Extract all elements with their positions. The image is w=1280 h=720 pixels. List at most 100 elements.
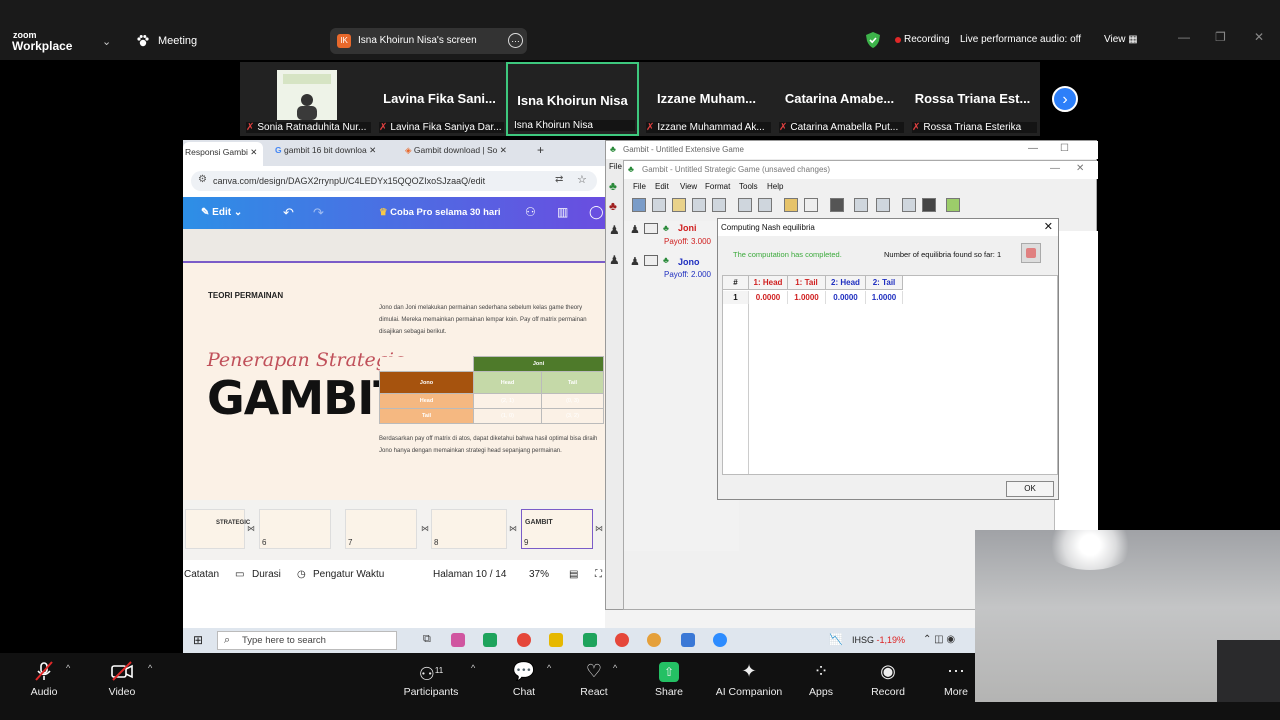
taskbar-search[interactable]: ⌕ Type here to search xyxy=(217,631,397,650)
participant-tile[interactable]: Catarina Amabe... ✗ Catarina Amabella Put… xyxy=(773,62,906,136)
maximize-icon[interactable]: ☐ xyxy=(1060,143,1069,154)
table-cell[interactable]: 0.0000 xyxy=(749,291,788,304)
menu-view[interactable]: View xyxy=(680,182,697,191)
transition-icon[interactable]: ⋈ xyxy=(421,524,429,533)
slide-thumbnail[interactable]: 8 xyxy=(431,509,507,549)
translate-icon[interactable]: ⇄ xyxy=(555,174,563,185)
share-button[interactable]: ⇧ Share xyxy=(650,660,688,698)
comment-icon[interactable]: ◯ xyxy=(589,204,604,220)
shield-check-icon[interactable] xyxy=(866,32,880,48)
recording-status[interactable]: Recording xyxy=(904,34,950,45)
timer-icon[interactable]: ◷ xyxy=(297,569,306,580)
qre-icon[interactable] xyxy=(946,198,960,212)
menu-file[interactable]: File xyxy=(609,162,622,171)
chrome-icon[interactable] xyxy=(615,633,629,647)
people-icon[interactable]: ⚇ xyxy=(525,205,536,219)
close-icon[interactable]: ✕ xyxy=(1254,30,1264,44)
slide-thumbnail[interactable]: 7 xyxy=(345,509,417,549)
decimal-increase-icon[interactable] xyxy=(876,198,890,212)
table-cell[interactable]: 1.0000 xyxy=(866,291,903,304)
close-icon[interactable]: ✕ xyxy=(250,147,257,157)
copilot-icon[interactable] xyxy=(451,633,465,647)
more-icon[interactable]: … xyxy=(508,33,523,48)
transition-icon[interactable]: ⋈ xyxy=(509,524,517,533)
undo-icon[interactable] xyxy=(784,198,798,212)
player-name-joni[interactable]: Joni xyxy=(678,223,697,233)
video-options-caret[interactable]: ^ xyxy=(148,663,152,673)
record-button[interactable]: ◉ Record xyxy=(868,660,908,698)
print-icon[interactable] xyxy=(738,198,752,212)
dominance-icon[interactable] xyxy=(902,198,916,212)
restore-icon[interactable]: ❐ xyxy=(1215,30,1226,44)
minimize-icon[interactable]: — xyxy=(1178,30,1190,44)
gambit-logo-icon[interactable] xyxy=(632,198,646,212)
edge-icon[interactable] xyxy=(483,633,497,647)
try-pro-button[interactable]: ♛ Coba Pro selama 30 hari xyxy=(379,207,501,218)
undo-icon[interactable]: ↶ xyxy=(283,205,294,221)
close-icon[interactable]: ✕ xyxy=(1076,163,1084,174)
self-view-video[interactable] xyxy=(975,530,1280,702)
meeting-label[interactable]: Meeting xyxy=(158,35,197,47)
participant-tile-active-speaker[interactable]: Isna Khoirun Nisa Isna Khoirun Nisa xyxy=(506,62,639,136)
chart-icon[interactable]: ▥ xyxy=(557,205,568,219)
player-color-icon[interactable]: ♣ xyxy=(663,255,669,265)
chevron-down-icon[interactable]: ⌄ xyxy=(102,35,111,48)
browser-tab[interactable]: G gambit 16 bit downloa ✕ xyxy=(275,145,376,156)
ai-companion-button[interactable]: ✦ AI Companion xyxy=(712,660,786,698)
live-audio-status[interactable]: Live performance audio: off xyxy=(960,34,1081,45)
share-indicator[interactable]: IK Isna Khoirun Nisa's screen … xyxy=(330,28,527,54)
notes-button[interactable]: Catatan xyxy=(184,569,219,580)
ok-button[interactable]: OK xyxy=(1006,481,1054,497)
close-icon[interactable]: ✕ xyxy=(1044,220,1053,233)
system-tray-icons[interactable]: ⌃ ◫ ◉ xyxy=(923,634,955,645)
ihsg-ticker[interactable]: IHSG -1,19% xyxy=(852,635,905,645)
task-view-icon[interactable]: ⧉ xyxy=(423,633,431,646)
minimize-icon[interactable]: — xyxy=(1028,143,1038,154)
participants-options-caret[interactable]: ^ xyxy=(471,663,475,673)
file-explorer-icon[interactable] xyxy=(549,633,563,647)
more-button[interactable]: ⋯ More xyxy=(940,660,972,698)
close-icon[interactable]: ✕ xyxy=(500,145,507,155)
participant-tile[interactable]: ✗ Sonia Ratnaduhita Nur... xyxy=(240,62,373,136)
browser-tab[interactable]: ◈ Gambit download | So ✕ xyxy=(405,145,507,156)
transition-icon[interactable]: ⋈ xyxy=(595,524,603,533)
present-icon[interactable]: ▭ xyxy=(235,569,244,580)
address-bar[interactable]: ⚙ canva.com/design/DAGX2rrynpU/C4LEDYx15… xyxy=(191,171,597,191)
participant-tile[interactable]: Rossa Triana Est... ✗ Rossa Triana Esteri… xyxy=(906,62,1039,136)
minimize-icon[interactable]: — xyxy=(1050,163,1060,174)
menu-tools[interactable]: Tools xyxy=(739,182,758,191)
add-player-icon[interactable] xyxy=(830,198,844,212)
menu-help[interactable]: Help xyxy=(767,182,783,191)
slide-thumbnail[interactable]: 6 xyxy=(259,509,331,549)
menu-format[interactable]: Format xyxy=(705,182,730,191)
audio-options-caret[interactable]: ^ xyxy=(66,663,70,673)
apps-button[interactable]: ⁘ Apps xyxy=(804,660,838,698)
person-icon[interactable]: ♟ xyxy=(609,223,620,237)
participants-button[interactable]: ⚇11 Participants xyxy=(400,660,462,698)
bookmark-star-icon[interactable]: ☆ xyxy=(577,173,587,186)
participant-tile[interactable]: Lavina Fika Sani... ✗ Lavina Fika Saniya … xyxy=(373,62,506,136)
menu-edit[interactable]: Edit xyxy=(655,182,669,191)
duration-button[interactable]: Durasi xyxy=(252,569,281,580)
slide-thumbnail-current[interactable]: GAMBIT 9 xyxy=(521,509,593,549)
slide-thumbnail[interactable]: STRATEGIC xyxy=(185,509,250,549)
redo-icon[interactable] xyxy=(804,198,818,212)
zoom-icon[interactable] xyxy=(713,633,727,647)
video-button[interactable]: Video xyxy=(104,660,140,698)
decimal-decrease-icon[interactable] xyxy=(854,198,868,212)
table-cell[interactable]: 1.0000 xyxy=(788,291,826,304)
next-page-arrow-icon[interactable]: › xyxy=(1052,86,1078,112)
transition-icon[interactable]: ⋈ xyxy=(247,524,255,533)
table-cell[interactable]: 0.0000 xyxy=(826,291,866,304)
menu-file[interactable]: File xyxy=(633,182,646,191)
person-icon[interactable]: ♟ xyxy=(609,253,620,267)
browser-tab-active[interactable]: Responsi Gambi ✕ xyxy=(183,142,263,166)
close-icon[interactable]: ✕ xyxy=(369,145,376,155)
gambit-tool-icon[interactable]: ♣ xyxy=(609,179,617,193)
view-button[interactable]: View ▦ xyxy=(1104,34,1138,45)
participant-tile[interactable]: Izzane Muham... ✗ Izzane Muhammad Ak... xyxy=(640,62,773,136)
players-tool-icon[interactable]: ♣ xyxy=(609,199,617,213)
calculator-icon[interactable] xyxy=(922,198,936,212)
windows-start-icon[interactable]: ⊞ xyxy=(193,633,203,647)
chat-button[interactable]: 💬 Chat xyxy=(506,660,542,698)
